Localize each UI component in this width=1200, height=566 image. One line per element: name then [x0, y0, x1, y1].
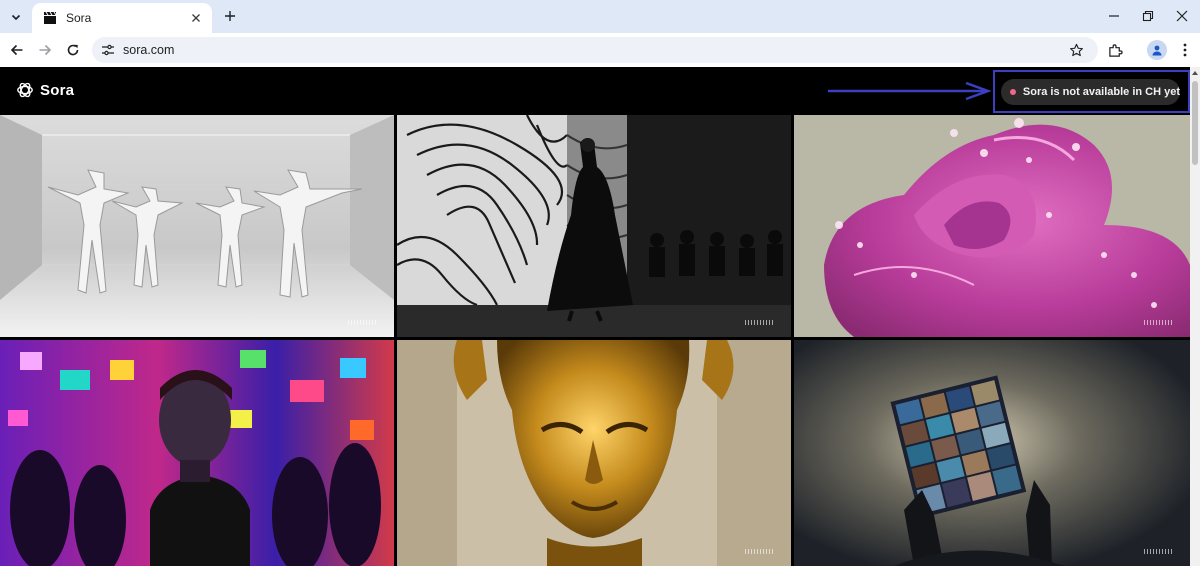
bookmark-button[interactable] — [1068, 42, 1084, 58]
sora-watermark — [1144, 549, 1172, 554]
restore-icon — [1142, 10, 1154, 22]
notice-text: Sora is not available in CH yet — [1022, 86, 1180, 98]
forward-arrow-icon — [39, 44, 52, 56]
availability-notice: Sora is not available in CH yet — [1001, 79, 1180, 105]
kebab-menu-icon — [1183, 43, 1187, 57]
close-icon — [1176, 10, 1188, 22]
url-text: sora.com — [123, 43, 175, 57]
close-tab-button[interactable] — [188, 10, 204, 26]
logo-text: Sora — [40, 81, 75, 99]
new-tab-button[interactable] — [220, 6, 240, 26]
puzzle-icon — [1108, 43, 1123, 57]
sora-logo[interactable]: Sora — [16, 81, 74, 99]
restore-button[interactable] — [1138, 6, 1158, 26]
browser-menu-button[interactable] — [1174, 39, 1196, 61]
address-bar[interactable]: sora.com — [92, 37, 1098, 63]
close-window-button[interactable] — [1172, 6, 1192, 26]
page-content: Sora Sora is not available in CH yet — [0, 67, 1200, 566]
avatar — [1147, 40, 1167, 60]
tab-strip: Sora — [0, 0, 1200, 33]
tune-icon — [102, 44, 114, 56]
person-icon — [1152, 45, 1162, 56]
back-button[interactable] — [6, 39, 28, 61]
back-arrow-icon — [10, 44, 23, 56]
minimize-icon — [1109, 15, 1119, 17]
gallery-video-pink-rose[interactable] — [794, 115, 1190, 337]
site-info-button[interactable] — [100, 42, 116, 58]
clapperboard-icon — [42, 10, 58, 26]
browser-tab[interactable]: Sora — [32, 3, 212, 33]
gallery-video-neon-club[interactable] — [0, 340, 394, 566]
scrollbar-thumb[interactable] — [1192, 81, 1198, 165]
openai-logo-icon — [17, 82, 33, 98]
extensions-button[interactable] — [1104, 39, 1126, 61]
minimize-button[interactable] — [1104, 6, 1124, 26]
gallery-video-photo-collage[interactable] — [794, 340, 1190, 566]
chevron-down-icon — [11, 14, 21, 21]
tab-search-button[interactable] — [6, 7, 26, 27]
forward-button[interactable] — [34, 39, 56, 61]
browser-toolbar: sora.com — [0, 33, 1200, 67]
site-header: Sora Sora is not available in CH yet — [0, 67, 1190, 115]
page-scrollbar[interactable] — [1190, 67, 1200, 566]
gallery-video-runway-model[interactable] — [397, 115, 791, 337]
profile-button[interactable] — [1146, 39, 1168, 61]
triangle-up-icon — [1192, 71, 1198, 75]
status-dot — [1010, 89, 1016, 95]
reload-icon — [67, 44, 79, 56]
plus-icon — [225, 11, 235, 21]
gallery-video-origami-dancers[interactable] — [0, 115, 394, 337]
annotation-arrow — [828, 81, 992, 101]
tab-title: Sora — [66, 11, 92, 25]
scroll-up-button[interactable] — [1190, 68, 1200, 78]
sora-watermark — [745, 549, 773, 554]
sora-watermark — [1144, 320, 1172, 325]
star-icon — [1069, 43, 1083, 56]
sora-watermark — [745, 320, 773, 325]
gallery-video-golden-statue[interactable] — [397, 340, 791, 566]
sora-watermark — [348, 320, 376, 325]
reload-button[interactable] — [62, 39, 84, 61]
close-icon — [192, 14, 200, 22]
